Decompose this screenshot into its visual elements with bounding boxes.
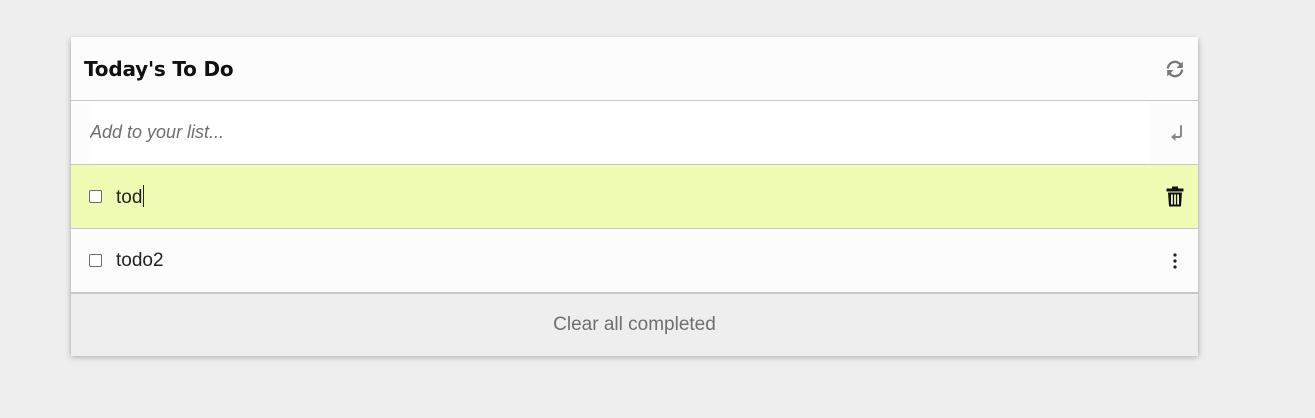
enter-icon[interactable] [1168, 122, 1186, 144]
todo-card: Today's To Do tod [71, 37, 1198, 356]
clear-completed-label: Clear all completed [553, 314, 716, 335]
clear-completed-button[interactable]: Clear all completed [71, 293, 1198, 356]
todo-checkbox-2[interactable] [89, 254, 102, 267]
page-title: Today's To Do [84, 56, 234, 81]
todo-checkbox-1[interactable] [89, 190, 102, 203]
trash-icon[interactable] [1164, 186, 1186, 208]
refresh-icon[interactable] [1164, 58, 1186, 80]
todo-item-label-2[interactable]: todo2 [116, 250, 1164, 272]
add-input-wrapper [89, 101, 1150, 164]
todo-header: Today's To Do [71, 37, 1198, 101]
add-row [71, 101, 1198, 165]
todo-item-label-1[interactable]: tod [116, 184, 1164, 209]
todo-item-2[interactable]: todo2 [71, 229, 1198, 293]
todo-item-1[interactable]: tod [71, 165, 1198, 229]
text-caret [143, 184, 145, 207]
more-vertical-icon[interactable] [1164, 250, 1186, 272]
add-todo-input[interactable] [89, 101, 1150, 164]
